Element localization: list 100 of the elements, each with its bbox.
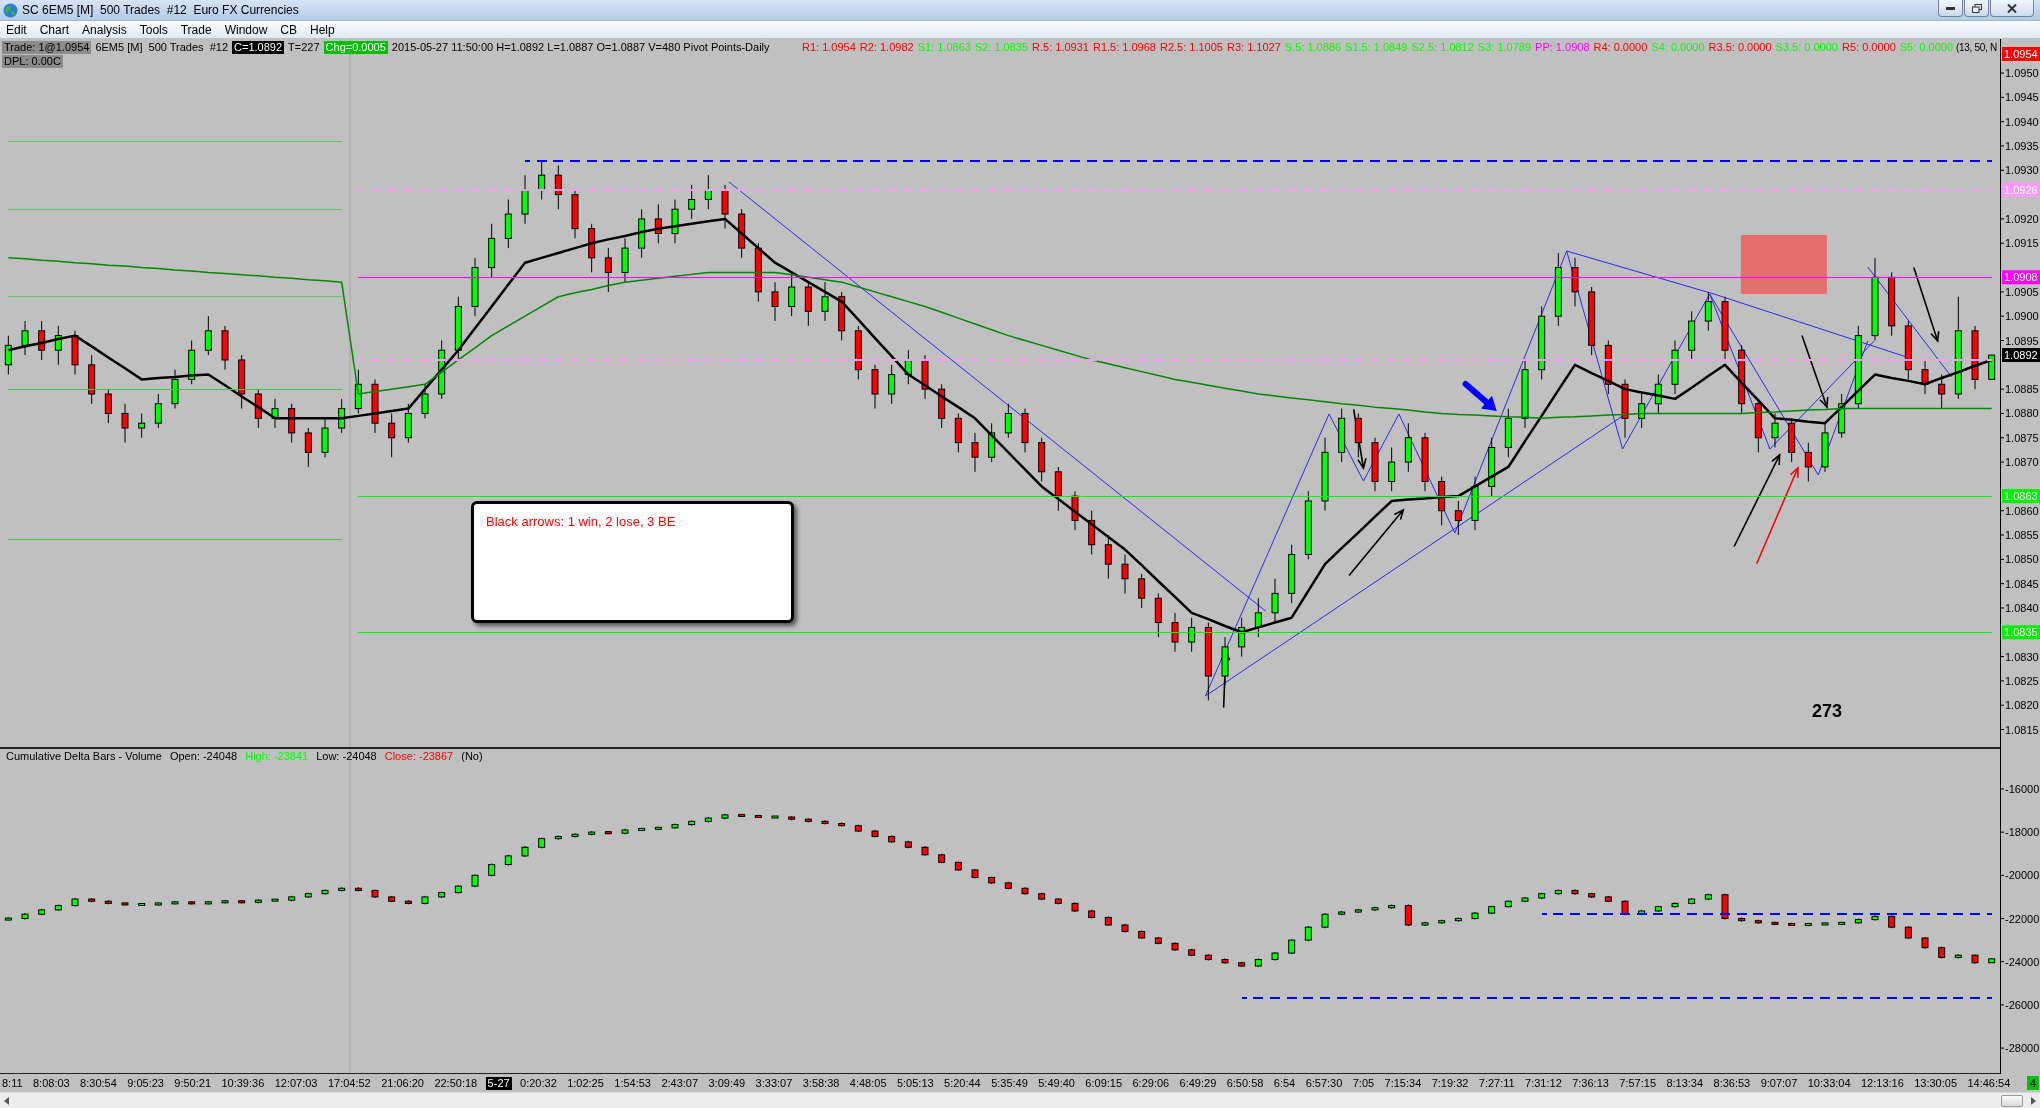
date-label: 5-27 [485,1076,512,1090]
delta-stat: (No) [461,750,483,763]
candle [388,412,396,458]
delta-bar [1571,888,1579,896]
menu-item[interactable]: Chart [33,22,77,37]
delta-bar [1721,893,1729,921]
menu-item[interactable]: Window [218,22,275,37]
candle [1904,320,1912,380]
candle [1621,378,1629,439]
candle [1671,340,1679,395]
delta-bar [138,902,146,907]
candle [588,223,596,273]
candle [988,422,996,463]
delta-bar [1371,906,1379,912]
delta-bar [804,817,812,823]
candle [638,208,646,259]
time-label: 9:07:07 [1759,1076,1799,1090]
axis-label: 1.0880 [2005,407,2039,420]
globe-icon [3,2,18,18]
delta-stat: Low: -24048 [316,750,377,763]
delta-bar [871,829,879,839]
candle [1771,412,1779,448]
caret-right-icon[interactable] [2031,1096,2036,1105]
delta-bar [1204,953,1212,962]
delta-bar [1171,941,1179,952]
dpl-value: DPL: 0.00C [2,55,63,68]
axis-label: 1.0950 [2005,67,2039,80]
candle [1304,490,1312,560]
minimize-button[interactable] [1938,0,1963,17]
candle [971,432,979,473]
axis-label: 1.0840 [2005,601,2039,614]
candle [471,257,479,317]
candle [1238,617,1246,658]
delta-bar [1604,895,1612,903]
delta-bar [1821,922,1829,926]
delta-bar [1838,921,1846,926]
menu-item[interactable]: Help [304,22,342,37]
delta-bar [1221,957,1229,965]
menu-item[interactable]: Analysis [76,22,134,37]
candle [1971,325,1979,390]
delta-bar [238,899,246,904]
candle [1921,359,1929,395]
delta-bar [888,834,896,844]
price-change: Chg=0.0005 [323,41,388,54]
caret-left-icon[interactable] [4,1096,9,1105]
delta-bar [421,895,429,905]
candle [1338,408,1346,463]
pivot-value: R1: 1.0954 [802,41,856,54]
candle [938,383,946,429]
axis-label: 1.0870 [2005,456,2039,469]
delta-bar [721,813,729,820]
candle [538,160,546,200]
delta-bar [604,830,612,835]
delta-bar [1238,961,1246,968]
delta-bar [104,899,112,905]
time-label: 3:58:38 [801,1076,841,1090]
delta-bar [521,845,529,858]
candle [1071,490,1079,531]
delta-bar [1871,914,1879,922]
time-label: 14:46:54 [1966,1076,2012,1090]
last-price: C=1.0892 [232,41,285,54]
time-label: 9:05:23 [126,1076,165,1090]
scrollbar[interactable] [0,1092,2040,1108]
close-button[interactable] [1990,0,2034,17]
pivot-value: S2.5: 1.0812 [1411,41,1474,54]
candle [554,164,562,210]
delta-stat: Cumulative Delta Bars - Volume [6,750,162,763]
axis-label: 1.0935 [2005,140,2039,152]
time-label: 13:30:05 [1913,1076,1959,1090]
scroll-thumb[interactable] [2001,1094,2023,1107]
axis-label: 1.0850 [2005,553,2039,566]
candle [1888,271,1896,337]
time-label: 6:49:29 [1178,1076,1218,1090]
time-label: 8:08:03 [32,1076,71,1090]
candle [1254,597,1262,638]
menu-item[interactable]: Tools [133,22,175,37]
candle [21,320,29,356]
delta-bar [1754,919,1762,925]
candle [654,203,662,244]
delta-bar [1054,897,1062,905]
restore-icon [1971,3,1982,13]
menu-item[interactable]: CB [274,22,304,37]
candle [621,237,629,283]
delta-bar [1038,892,1046,901]
delta-bar [1521,896,1529,903]
axis-label: -22000 [2005,912,2040,925]
pivot-value: PP: 1.0908 [1535,41,1590,54]
delta-bar [1188,948,1196,957]
delta-bar [1804,922,1812,927]
restore-button[interactable] [1964,0,1989,17]
chart-info: 6EM5 [M] 500 Trades #12 [95,41,229,54]
candle [804,281,812,327]
delta-bar [88,897,96,903]
delta-bar [1071,901,1079,913]
time-label: 8:11 [1,1076,24,1090]
candle [1088,510,1096,555]
menu-item[interactable]: Edit [0,22,34,37]
delta-bar [971,868,979,880]
menu-item[interactable]: Trade [174,22,219,37]
time-label: 3:09:49 [707,1076,747,1090]
